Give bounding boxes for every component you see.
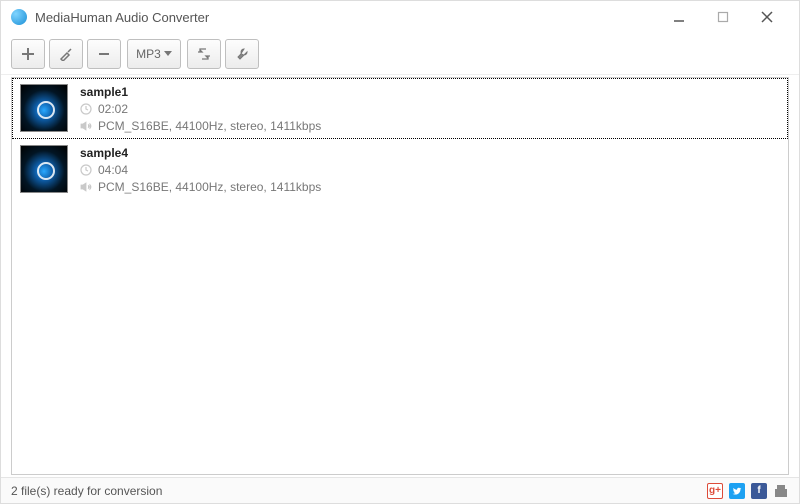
twitter-icon[interactable] xyxy=(729,483,745,499)
googleplus-icon[interactable]: g+ xyxy=(707,483,723,499)
audio-thumbnail xyxy=(20,84,68,132)
close-button[interactable] xyxy=(745,3,789,31)
broom-icon xyxy=(59,47,73,61)
clear-button[interactable] xyxy=(49,39,83,69)
convert-button[interactable] xyxy=(187,39,221,69)
statusbar: 2 file(s) ready for conversion g+ f xyxy=(1,477,799,503)
item-duration-line: 04:04 xyxy=(80,163,321,177)
status-text: 2 file(s) ready for conversion xyxy=(11,484,162,498)
minimize-icon xyxy=(673,11,685,23)
plus-icon xyxy=(21,47,35,61)
file-list[interactable]: sample1 02:02 PCM_S16BE, 44100Hz, stereo, … xyxy=(11,77,789,475)
maximize-button[interactable] xyxy=(701,3,745,31)
audio-thumbnail xyxy=(20,145,68,193)
window-controls xyxy=(657,3,789,31)
toolbar-group-edit xyxy=(11,39,121,69)
toolbar-group-actions xyxy=(187,39,259,69)
chevron-down-icon xyxy=(164,51,172,56)
app-window: MediaHuman Audio Converter xyxy=(0,0,800,504)
item-meta: sample1 02:02 PCM_S16BE, 44100Hz, stereo, … xyxy=(80,84,321,133)
maximize-icon xyxy=(717,11,729,23)
item-details-line: PCM_S16BE, 44100Hz, stereo, 1411kbps xyxy=(80,180,321,194)
minus-icon xyxy=(97,47,111,61)
toolbar: MP3 xyxy=(1,33,799,75)
item-duration: 04:04 xyxy=(98,163,128,177)
speaker-icon xyxy=(80,120,92,132)
item-meta: sample4 04:04 PCM_S16BE, 44100Hz, stereo, … xyxy=(80,145,321,194)
item-details: PCM_S16BE, 44100Hz, stereo, 1411kbps xyxy=(98,180,321,194)
item-details: PCM_S16BE, 44100Hz, stereo, 1411kbps xyxy=(98,119,321,133)
locate-output-icon[interactable] xyxy=(773,483,789,499)
remove-button[interactable] xyxy=(87,39,121,69)
titlebar: MediaHuman Audio Converter xyxy=(1,1,799,33)
settings-button[interactable] xyxy=(225,39,259,69)
list-item[interactable]: sample1 02:02 PCM_S16BE, 44100Hz, stereo, … xyxy=(12,78,788,139)
add-button[interactable] xyxy=(11,39,45,69)
item-duration-line: 02:02 xyxy=(80,102,321,116)
item-title: sample4 xyxy=(80,146,321,160)
facebook-icon[interactable]: f xyxy=(751,483,767,499)
clock-icon xyxy=(80,103,92,115)
clock-icon xyxy=(80,164,92,176)
minimize-button[interactable] xyxy=(657,3,701,31)
window-title: MediaHuman Audio Converter xyxy=(35,10,657,25)
social-links: g+ f xyxy=(707,483,789,499)
item-details-line: PCM_S16BE, 44100Hz, stereo, 1411kbps xyxy=(80,119,321,133)
format-label: MP3 xyxy=(136,47,161,61)
convert-icon xyxy=(197,47,211,61)
close-icon xyxy=(761,11,773,23)
format-dropdown[interactable]: MP3 xyxy=(127,39,181,69)
wrench-icon xyxy=(235,47,249,61)
list-item[interactable]: sample4 04:04 PCM_S16BE, 44100Hz, stereo, … xyxy=(12,139,788,200)
speaker-icon xyxy=(80,181,92,193)
item-duration: 02:02 xyxy=(98,102,128,116)
twitter-bird-icon xyxy=(732,486,742,496)
app-icon xyxy=(11,9,27,25)
item-title: sample1 xyxy=(80,85,321,99)
